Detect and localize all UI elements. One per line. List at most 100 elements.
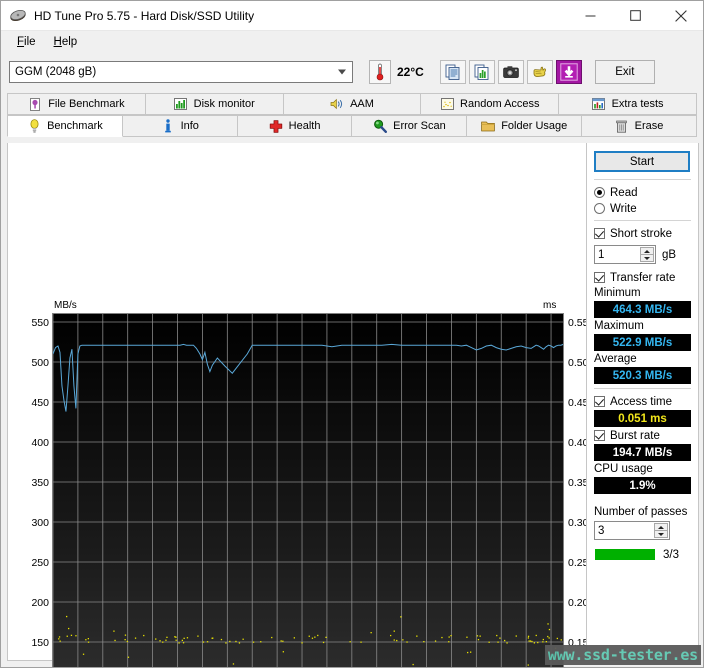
short-stroke-size-row: 1 gB	[594, 245, 691, 264]
short-stroke-input[interactable]: 1	[594, 245, 656, 264]
lightbulb-icon	[27, 119, 41, 133]
tab-error-scan[interactable]: Error Scan	[352, 115, 467, 137]
trash-icon	[615, 119, 629, 133]
tab-file-benchmark-label: File Benchmark	[48, 98, 124, 110]
checkbox-burst-rate-indicator	[594, 430, 605, 441]
extra-tests-icon	[592, 97, 606, 111]
checkbox-transfer-rate-indicator	[594, 272, 605, 283]
radio-write-label: Write	[610, 203, 637, 215]
chevron-up-icon	[644, 250, 650, 253]
radio-write[interactable]: Write	[594, 201, 691, 216]
magnifier-icon	[373, 119, 387, 133]
options-button[interactable]	[527, 60, 553, 84]
start-button[interactable]: Start	[594, 151, 690, 172]
temperature-value: 22°C	[397, 65, 424, 79]
hard-disk-icon	[9, 8, 27, 24]
exit-button[interactable]: Exit	[595, 60, 655, 84]
short-stroke-value: 1	[598, 249, 604, 261]
maximum-label: Maximum	[594, 320, 691, 333]
maximize-button[interactable]	[613, 1, 658, 31]
checkbox-short-stroke[interactable]: Short stroke	[594, 226, 691, 241]
tab-erase[interactable]: Erase	[582, 115, 697, 137]
tab-random-access-label: Random Access	[460, 98, 539, 110]
tab-extra-tests-label: Extra tests	[612, 98, 664, 110]
tab-disk-monitor-label: Disk monitor	[194, 98, 255, 110]
file-benchmark-icon	[28, 97, 42, 111]
y-axis-tick-left: 300	[31, 517, 49, 529]
divider	[594, 179, 691, 180]
tab-random-access[interactable]: Random Access	[421, 93, 559, 115]
tab-bar: File Benchmark Disk monitor AAM Random A…	[7, 93, 697, 137]
chevron-down-icon	[338, 70, 346, 75]
tab-erase-label: Erase	[635, 120, 664, 132]
checkbox-access-time-label: Access time	[610, 396, 672, 408]
average-value: 520.3 MB/s	[594, 367, 691, 384]
site-watermark: www.ssd-tester.es	[545, 645, 701, 665]
copy-text-button[interactable]	[440, 60, 466, 84]
close-button[interactable]	[658, 1, 703, 31]
chevron-up-icon	[658, 526, 664, 529]
tab-folder-usage[interactable]: Folder Usage	[467, 115, 582, 137]
checkbox-burst-rate[interactable]: Burst rate	[594, 428, 691, 443]
short-stroke-unit: gB	[662, 249, 676, 261]
passes-row: 3	[594, 521, 691, 540]
menu-file[interactable]: FFileile	[8, 34, 45, 50]
drive-select[interactable]: GGM (2048 gB)	[9, 61, 353, 83]
tab-disk-monitor[interactable]: Disk monitor	[146, 93, 284, 115]
radio-write-indicator	[594, 203, 605, 214]
radio-read[interactable]: Read	[594, 185, 691, 200]
tab-aam[interactable]: AAM	[284, 93, 422, 115]
burst-rate-value: 194.7 MB/s	[594, 444, 691, 461]
short-stroke-stepper[interactable]	[640, 247, 654, 262]
y-axis-tick-left: 350	[31, 477, 49, 489]
disk-monitor-icon	[174, 97, 188, 111]
tab-extra-tests[interactable]: Extra tests	[559, 93, 697, 115]
menu-help[interactable]: Help	[45, 34, 87, 50]
tab-info[interactable]: Info	[123, 115, 238, 137]
passes-progress-text: 3/3	[663, 549, 679, 561]
tab-health[interactable]: Health	[238, 115, 353, 137]
stepper-down-button[interactable]	[640, 254, 654, 262]
stepper-up-button[interactable]	[640, 247, 654, 254]
cpu-usage-value: 1.9%	[594, 477, 691, 494]
maximum-value: 522.9 MB/s	[594, 334, 691, 351]
plot-area: 500.051000.101500.152000.202500.253000.3…	[52, 313, 564, 668]
minimize-button[interactable]	[568, 1, 613, 31]
passes-progress-row: 3/3	[594, 548, 691, 561]
y-axis-tick-left: 500	[31, 357, 49, 369]
stepper-up-button[interactable]	[654, 523, 668, 530]
tab-benchmark[interactable]: Benchmark	[7, 115, 123, 137]
checkbox-short-stroke-label: Short stroke	[610, 228, 672, 240]
chevron-down-icon	[658, 533, 664, 536]
stepper-down-button[interactable]	[654, 530, 668, 538]
minimum-value: 464.3 MB/s	[594, 301, 691, 318]
checkbox-access-time-indicator	[594, 396, 605, 407]
tab-health-label: Health	[289, 120, 321, 132]
copy-graph-button[interactable]	[469, 60, 495, 84]
drive-select-value: GGM (2048 gB)	[15, 66, 96, 78]
y-axis-tick-left: 150	[31, 637, 49, 649]
passes-stepper[interactable]	[654, 523, 668, 538]
info-icon	[161, 119, 175, 133]
toolbar: GGM (2048 gB) 22°C	[1, 53, 703, 91]
y-axis-tick-left: 250	[31, 557, 49, 569]
minimum-label: Minimum	[594, 287, 691, 300]
tab-file-benchmark[interactable]: File Benchmark	[7, 93, 146, 115]
checkbox-access-time[interactable]: Access time	[594, 394, 691, 409]
benchmark-panel: MB/s ms 500.051000.101500.152000.202500.…	[7, 143, 699, 661]
folder-icon	[481, 119, 495, 133]
tab-aam-label: AAM	[350, 98, 374, 110]
random-access-icon	[440, 97, 454, 111]
tab-benchmark-label: Benchmark	[47, 120, 103, 132]
y-axis-label-right: ms	[543, 300, 556, 311]
temperature-indicator: 22°C	[369, 60, 424, 84]
save-button[interactable]	[556, 60, 582, 84]
checkbox-transfer-rate[interactable]: Transfer rate	[594, 270, 691, 285]
passes-input[interactable]: 3	[594, 521, 670, 540]
cpu-usage-label: CPU usage	[594, 463, 691, 476]
access-time-value: 0.051 ms	[594, 410, 691, 427]
tab-error-scan-label: Error Scan	[393, 120, 446, 132]
screenshot-button[interactable]	[498, 60, 524, 84]
hd-tune-pro-window: HD Tune Pro 5.75 - Hard Disk/SSD Utility…	[0, 0, 704, 668]
menu-bar: FFileile Help	[1, 31, 703, 53]
